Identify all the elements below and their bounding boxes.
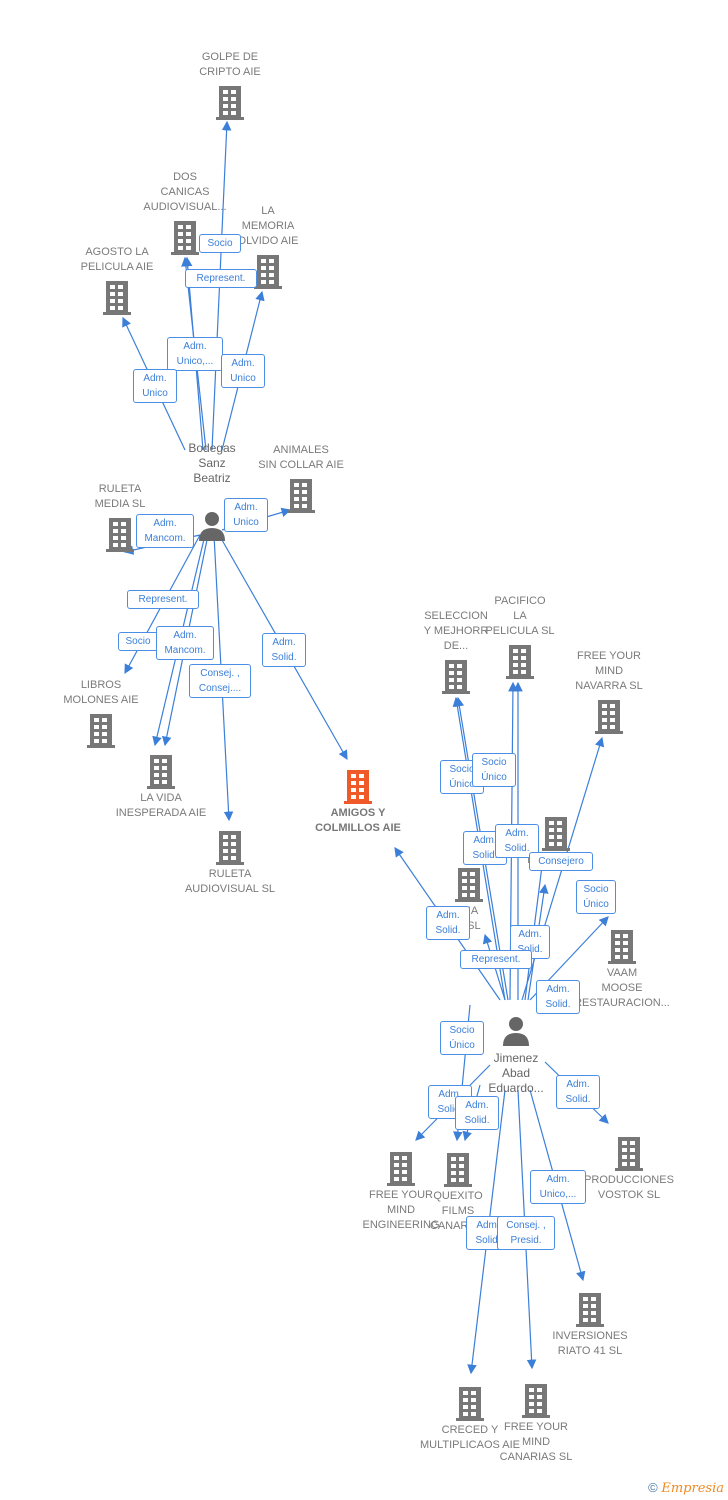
relation-label[interactable]: Adm. Mancom. [136, 514, 194, 548]
building-icon [521, 1382, 551, 1418]
relation-label[interactable]: Socio Único [440, 1021, 484, 1055]
relation-label[interactable]: Adm. Solid. [536, 980, 580, 1014]
relation-label[interactable]: Adm. Mancom. [156, 626, 214, 660]
building-icon [541, 815, 571, 851]
person-icon [501, 1013, 531, 1049]
building-icon [594, 698, 624, 734]
building-icon [455, 1385, 485, 1421]
building-icon [441, 658, 471, 694]
relation-label[interactable]: Represent. [127, 590, 199, 609]
footer-brand[interactable]: © Empresia [648, 1480, 724, 1496]
node-label[interactable]: LA VIDA INESPERADA AIE [106, 791, 216, 821]
building-icon [614, 1135, 644, 1171]
building-icon [215, 829, 245, 865]
relation-label[interactable]: Adm. Unico [221, 354, 265, 388]
relation-label[interactable]: Socio [199, 234, 241, 253]
node-label[interactable]: GOLPE DE CRIPTO AIE [175, 50, 285, 80]
node-label[interactable]: FREE YOUR MIND CANARIAS SL [481, 1420, 591, 1465]
building-icon [505, 643, 535, 679]
relation-label[interactable]: Represent. [460, 950, 532, 969]
building-icon [105, 516, 135, 552]
building-icon [286, 477, 316, 513]
relation-label[interactable]: Adm. Unico,... [530, 1170, 586, 1204]
relation-label[interactable]: Socio [118, 632, 158, 651]
building-icon [170, 219, 200, 255]
building-icon [102, 279, 132, 315]
building-icon [343, 768, 373, 804]
node-label[interactable]: INVERSIONES RIATO 41 SL [535, 1329, 645, 1359]
relation-label[interactable]: Adm. Solid. [556, 1075, 600, 1109]
node-label[interactable]: PRODUCCIONES VOSTOK SL [574, 1173, 684, 1203]
building-icon [575, 1291, 605, 1327]
building-icon [607, 928, 637, 964]
relation-label[interactable]: Socio Único [472, 753, 516, 787]
node-label[interactable]: LIBROS MOLONES AIE [46, 678, 156, 708]
building-icon [215, 84, 245, 120]
relation-label[interactable]: Socio Único [576, 880, 616, 914]
person-icon [197, 508, 227, 544]
relation-label[interactable]: Adm. Unico [224, 498, 268, 532]
node-label[interactable]: VAAM MOOSE RESTAURACION... [567, 966, 677, 1011]
building-icon [146, 753, 176, 789]
relation-label[interactable]: Adm. Solid. [426, 906, 470, 940]
relation-label[interactable]: Consej. , Presid. [497, 1216, 555, 1250]
relation-label[interactable]: Represent. [185, 269, 257, 288]
building-icon [86, 712, 116, 748]
node-label[interactable]: PACIFICO LA PELICULA SL [465, 594, 575, 639]
relation-label[interactable]: Consejero [529, 852, 593, 871]
node-label[interactable]: RULETA AUDIOVISUAL SL [175, 867, 285, 897]
building-icon [443, 1151, 473, 1187]
building-icon [454, 866, 484, 902]
relation-label[interactable]: Adm. Unico [133, 369, 177, 403]
relation-label[interactable]: Consej. , Consej.... [189, 664, 251, 698]
node-label[interactable]: AMIGOS Y COLMILLOS AIE [303, 806, 413, 836]
node-label[interactable]: AGOSTO LA PELICULA AIE [62, 245, 172, 275]
node-label[interactable]: Jimenez Abad Eduardo... [461, 1051, 571, 1096]
node-label[interactable]: FREE YOUR MIND NAVARRA SL [554, 649, 664, 694]
node-label[interactable]: Bodegas Sanz Beatriz [157, 441, 267, 486]
building-icon [253, 253, 283, 289]
building-icon [386, 1150, 416, 1186]
relation-label[interactable]: Adm. Solid. [262, 633, 306, 667]
node-label[interactable]: RULETA MEDIA SL [65, 482, 175, 512]
relationship-edges [122, 120, 609, 1375]
relation-label[interactable]: Adm. Solid. [455, 1096, 499, 1130]
relation-label[interactable]: Adm. Unico,... [167, 337, 223, 371]
